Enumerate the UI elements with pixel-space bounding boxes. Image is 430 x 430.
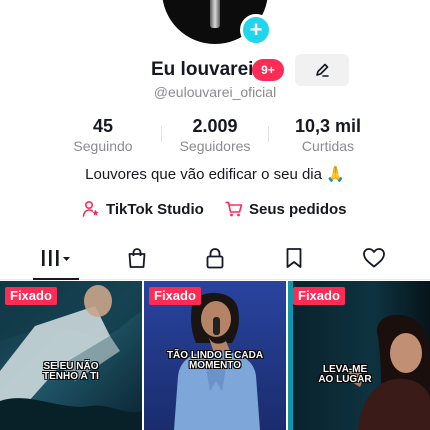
edit-profile-button[interactable] [295, 54, 349, 86]
pencil-icon [316, 63, 329, 77]
stat-following[interactable]: 45 Seguindo [48, 116, 158, 154]
stat-followers[interactable]: 2.009 Seguidores [160, 116, 270, 154]
caption-line: TENHO A TI [43, 371, 99, 382]
add-story-button[interactable]: + [240, 14, 272, 46]
grid-videos-icon [42, 250, 70, 266]
orders-link[interactable]: Seus pedidos [225, 200, 347, 218]
orders-label: Seus pedidos [249, 200, 347, 218]
stat-label: Seguidores [179, 138, 251, 154]
profile-handle: @eulouvarei_oficial [153, 84, 277, 100]
video-caption: SE EU NÃO TENHO A TI [0, 362, 142, 382]
pinned-badge: Fixado [293, 287, 345, 305]
video-caption: TÃO LINDO E CADA MOMENTO [144, 351, 286, 371]
name-row: Eu louvarei 9+ [0, 54, 430, 86]
heart-icon [363, 248, 385, 268]
tab-private[interactable] [185, 236, 245, 280]
pinned-badge: Fixado [5, 287, 57, 305]
stat-label: Seguindo [73, 138, 133, 154]
video-caption: LEVA-ME AO LUGAR [288, 365, 416, 385]
bookmark-icon [286, 248, 302, 268]
tab-shop[interactable] [107, 236, 167, 280]
cart-icon [225, 201, 243, 217]
tab-videos[interactable] [26, 236, 86, 280]
stat-value: 10,3 mil [294, 116, 362, 136]
tiktok-studio-link[interactable]: TikTok Studio [82, 200, 204, 218]
profile-name: Eu louvarei [151, 59, 254, 80]
tab-liked[interactable] [344, 236, 404, 280]
video-thumbnail[interactable]: Fixado TÃO LINDO E CADA MOMENTO [144, 281, 286, 430]
stat-value: 2.009 [192, 116, 238, 136]
studio-person-icon [82, 200, 99, 217]
caption-line: MOMENTO [188, 360, 242, 371]
pinned-badge: Fixado [149, 287, 201, 305]
video-thumbnail[interactable]: Fixado LEVA-ME AO LUGAR [288, 281, 430, 430]
notification-badge[interactable]: 9+ [252, 59, 284, 81]
shopping-bag-icon [128, 248, 146, 268]
stat-label: Curtidas [301, 138, 355, 154]
profile-bio: Louvores que vão edificar o seu dia 🙏 [85, 166, 345, 183]
active-tab-indicator [33, 278, 79, 280]
profile-tabs [0, 236, 430, 280]
microphone-graphic [210, 0, 220, 28]
tiktok-studio-label: TikTok Studio [106, 200, 204, 218]
caption-line: AO LUGAR [318, 374, 372, 385]
lock-icon [206, 248, 224, 269]
profile-links: TikTok Studio Seus pedidos [0, 200, 430, 222]
stat-likes[interactable]: 10,3 mil Curtidas [273, 116, 383, 154]
stat-value: 45 [92, 116, 114, 136]
stat-divider [268, 126, 269, 142]
plus-icon: + [249, 17, 263, 42]
video-thumbnail[interactable]: Fixado SE EU NÃO TENHO A TI [0, 281, 142, 430]
video-grid: Fixado SE EU NÃO TENHO A TI Fixado TÃO L… [0, 281, 430, 430]
tab-saved[interactable] [264, 236, 324, 280]
